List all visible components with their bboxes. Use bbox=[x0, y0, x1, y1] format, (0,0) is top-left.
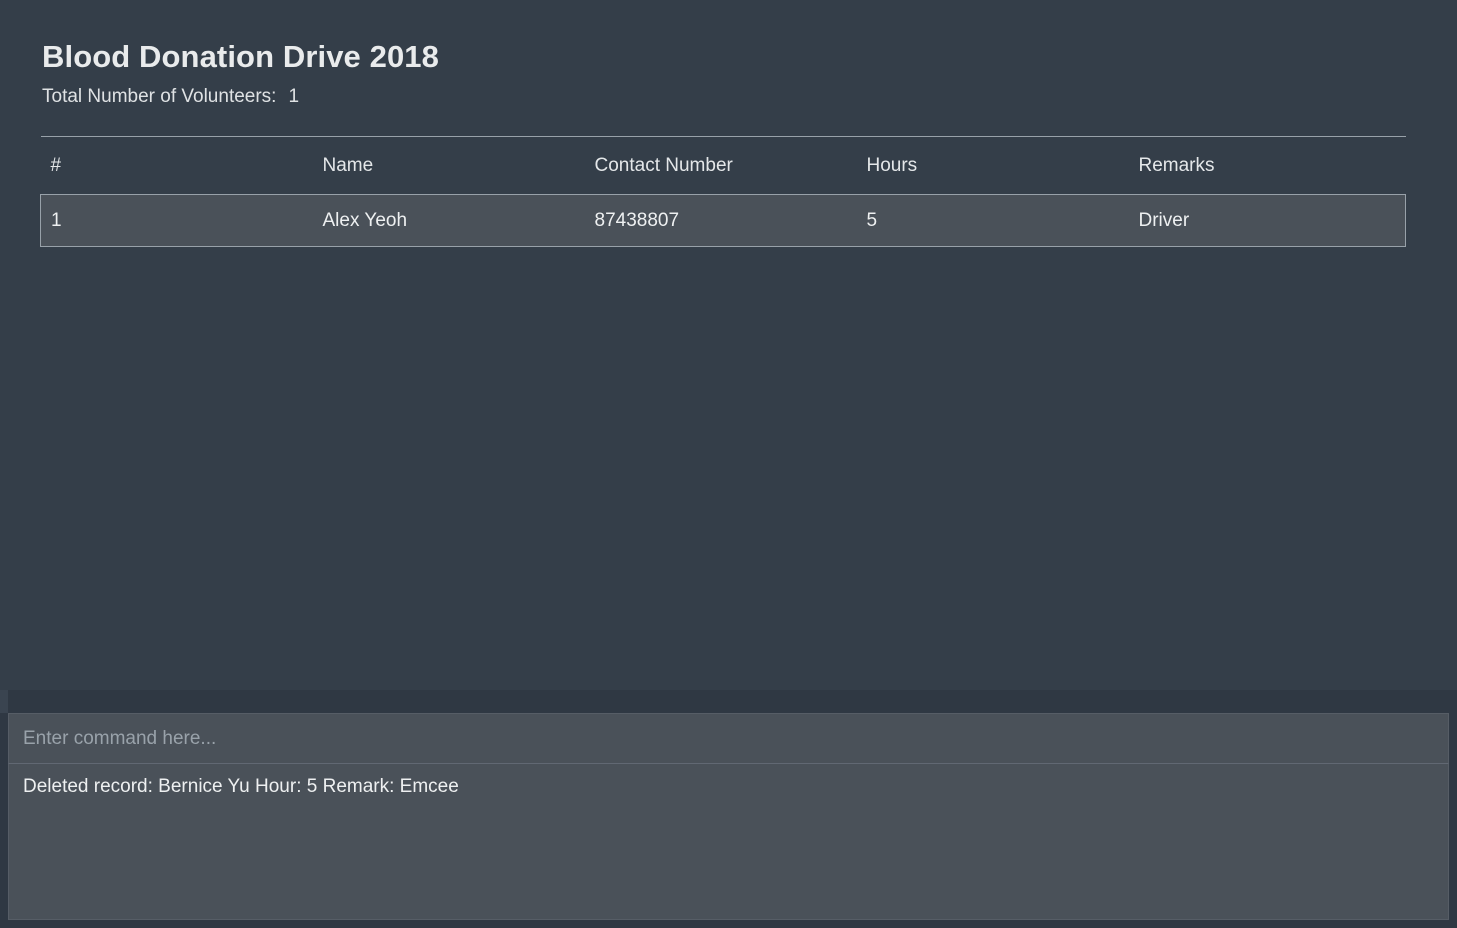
table-header-row: # Name Contact Number Hours Remarks bbox=[40, 136, 1406, 195]
command-region: Deleted record: Bernice Yu Hour: 5 Remar… bbox=[0, 713, 1457, 928]
result-display-panel: Deleted record: Bernice Yu Hour: 5 Remar… bbox=[8, 763, 1449, 920]
command-box[interactable] bbox=[8, 713, 1449, 763]
volunteer-summary-count: 1 bbox=[288, 86, 300, 107]
volunteer-list-panel: Blood Donation Drive 2018 Total Number o… bbox=[0, 0, 1457, 690]
cell-name: Alex Yeoh bbox=[322, 209, 408, 231]
table-body: 1 Alex Yeoh 87438807 5 Driver bbox=[40, 194, 1406, 247]
cell-contact: 87438807 bbox=[594, 209, 680, 231]
cell-hours: 5 bbox=[866, 209, 878, 231]
result-message: Deleted record: Bernice Yu Hour: 5 Remar… bbox=[23, 776, 459, 797]
volunteer-summary-label: Total Number of Volunteers: bbox=[42, 86, 277, 107]
page-title: Blood Donation Drive 2018 bbox=[42, 39, 439, 74]
volunteer-table: # Name Contact Number Hours Remarks 1 Al… bbox=[40, 136, 1406, 247]
column-header-contact: Contact Number bbox=[594, 154, 733, 176]
panel-separator bbox=[0, 690, 1457, 713]
column-header-name: Name bbox=[322, 154, 374, 176]
application-window: Blood Donation Drive 2018 Total Number o… bbox=[0, 0, 1457, 928]
column-header-remarks: Remarks bbox=[1138, 154, 1215, 176]
volunteer-summary: Total Number of Volunteers: 1 bbox=[42, 84, 1405, 110]
cell-remarks: Driver bbox=[1138, 209, 1190, 231]
table-header: # Name Contact Number Hours Remarks bbox=[40, 136, 1406, 195]
cell-index: 1 bbox=[51, 209, 62, 231]
table-row[interactable]: 1 Alex Yeoh 87438807 5 Driver bbox=[40, 194, 1406, 247]
column-header-hours: Hours bbox=[866, 154, 918, 176]
command-input[interactable] bbox=[17, 726, 1440, 751]
column-header-index: # bbox=[50, 154, 62, 176]
